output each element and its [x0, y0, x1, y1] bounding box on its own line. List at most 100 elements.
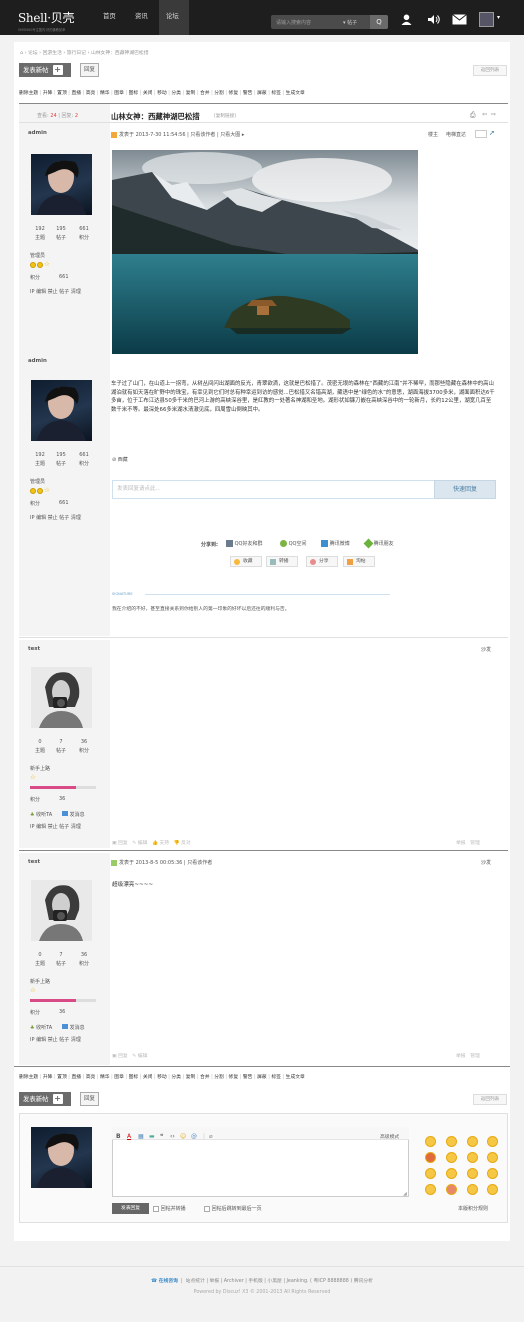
code-icon[interactable]: ‹›	[170, 1133, 175, 1140]
chevron-down-icon[interactable]: ▾	[497, 14, 500, 21]
back-to-list-button[interactable]: 返回列表	[473, 1094, 507, 1105]
emoji-wink-icon[interactable]	[446, 1152, 457, 1163]
mod-action-16[interactable]: 屏蔽	[257, 1075, 267, 1080]
edit-action[interactable]: ✎ 编辑	[132, 1054, 147, 1059]
online-consult-link[interactable]: ☎ 在线咨询	[151, 1279, 178, 1284]
user-icon[interactable]	[401, 14, 412, 28]
mod-action-7[interactable]: 图标	[129, 1075, 139, 1080]
mod-action-2[interactable]: 置顶	[57, 1075, 67, 1080]
only-author-link[interactable]: 只看该作者	[187, 860, 212, 866]
mod-action-7[interactable]: 图标	[129, 91, 139, 96]
collect-button[interactable]: 淘帖	[343, 556, 375, 567]
emoji-happy-icon[interactable]	[487, 1136, 498, 1147]
mod-action-8[interactable]: 关闭	[143, 1075, 153, 1080]
mod-action-2[interactable]: 置顶	[57, 91, 67, 96]
author-avatar[interactable]	[31, 880, 92, 941]
tag-link[interactable]: ⊘ 西藏	[112, 456, 128, 463]
author-name[interactable]: test	[28, 646, 40, 652]
mod-action-0[interactable]: 删除主题	[19, 1075, 38, 1080]
mod-action-12[interactable]: 合并	[200, 91, 210, 96]
admin-links[interactable]: IP 编辑 禁止 帖子 清理	[30, 823, 81, 830]
resize-handle-icon[interactable]: ◢	[403, 1191, 407, 1197]
attachment-icon[interactable]: ⌀	[209, 1133, 213, 1140]
emoji-smile-icon[interactable]	[425, 1136, 436, 1147]
only-author-link[interactable]: 只看该作者	[190, 132, 215, 138]
breadcrumb-item[interactable]: 山林女神：西藏神湖巴松措	[91, 51, 149, 56]
user-group[interactable]: 管理员	[30, 252, 45, 259]
mod-action-12[interactable]: 合并	[200, 1075, 210, 1080]
emoji-pig-icon[interactable]	[446, 1184, 457, 1195]
breadcrumb-item[interactable]: 论坛	[28, 51, 38, 56]
mail-icon[interactable]	[452, 14, 467, 28]
search-input[interactable]: 请输入搜索内容	[276, 19, 311, 26]
author-avatar[interactable]	[31, 380, 92, 441]
author-name[interactable]: admin	[28, 358, 47, 364]
option-jump-last[interactable]: 回帖后跳转到最后一页	[204, 1205, 262, 1212]
follow-link[interactable]: ♣ 收听TA	[30, 811, 52, 818]
author-name[interactable]: test	[28, 859, 40, 865]
back-to-list-button[interactable]: 返回列表	[473, 65, 507, 76]
current-user-avatar[interactable]	[31, 1127, 92, 1188]
mod-action-14[interactable]: 修复	[229, 1075, 239, 1080]
footer-nav[interactable]: 站点统计 | 举报 | Archiver | 手机版 | 小黑屋 | Jeank…	[186, 1279, 373, 1284]
emoji-shock-icon[interactable]	[487, 1184, 498, 1195]
mod-action-14[interactable]: 修复	[229, 91, 239, 96]
breadcrumb-item[interactable]: 旅行日记	[67, 51, 86, 56]
mod-action-6[interactable]: 图章	[114, 1075, 124, 1080]
quick-reply-input[interactable]: 发表回复请点此...	[112, 480, 436, 499]
credit-rules-link[interactable]: 本版积分规则	[458, 1205, 488, 1212]
admin-links[interactable]: IP 编辑 禁止 帖子 清理	[30, 288, 81, 295]
mod-action-4[interactable]: 高亮	[86, 91, 96, 96]
mod-action-10[interactable]: 分类	[171, 91, 181, 96]
advanced-mode-link[interactable]: 高级模式	[380, 1133, 399, 1140]
emoji-cool-icon[interactable]	[487, 1152, 498, 1163]
mod-action-5[interactable]: 精华	[100, 1075, 110, 1080]
search-button[interactable]: Q	[370, 15, 388, 29]
share-tencent-friends[interactable]: 腾讯朋友	[363, 538, 394, 549]
quick-reply-button[interactable]: 快速回复	[434, 480, 496, 499]
emoji-laugh-icon[interactable]	[467, 1136, 478, 1147]
search-type-select[interactable]: ▾ 帖子	[343, 19, 357, 26]
mod-action-0[interactable]: 删除主题	[19, 91, 38, 96]
option-forward[interactable]: 回帖并转播	[153, 1205, 186, 1212]
font-color-icon[interactable]: A	[127, 1133, 131, 1140]
mod-action-6[interactable]: 图章	[114, 91, 124, 96]
speaker-icon[interactable]	[427, 14, 440, 28]
emoji-grin-icon[interactable]	[446, 1136, 457, 1147]
favorite-button[interactable]: 收藏	[230, 556, 262, 567]
report-link[interactable]: 举报	[456, 841, 466, 846]
user-group[interactable]: 管理员	[30, 478, 45, 485]
home-icon[interactable]: ⌂	[20, 51, 23, 56]
mod-action-18[interactable]: 生成文章	[286, 1075, 305, 1080]
quote-icon[interactable]: ❝	[160, 1133, 163, 1140]
manage-link[interactable]: 管理	[470, 1054, 480, 1059]
share-tencent-weibo[interactable]: 腾讯微博	[321, 540, 350, 547]
mod-action-3[interactable]: 直播	[71, 91, 81, 96]
jump-go-icon[interactable]: ➚	[489, 129, 495, 137]
mod-action-5[interactable]: 精华	[100, 91, 110, 96]
jump-floor-input[interactable]	[475, 130, 487, 138]
message-link[interactable]: 发消息	[62, 1024, 85, 1031]
at-icon[interactable]: @	[191, 1133, 197, 1140]
share-button[interactable]: 分享	[306, 556, 338, 567]
mod-action-11[interactable]: 复制	[186, 91, 196, 96]
new-post-button[interactable]: 发表新帖 +	[19, 1092, 71, 1106]
emoji-sleep-icon[interactable]	[425, 1184, 436, 1195]
emoji-surprise-icon[interactable]	[446, 1168, 457, 1179]
share-qzone[interactable]: QQ空间	[280, 540, 306, 547]
support-action[interactable]: 👍 支持	[152, 841, 169, 846]
user-avatar[interactable]	[479, 12, 494, 27]
author-name[interactable]: admin	[28, 130, 47, 136]
mod-action-10[interactable]: 分类	[171, 1075, 181, 1080]
emoji-tongue-icon[interactable]	[467, 1152, 478, 1163]
checkbox[interactable]	[204, 1205, 210, 1212]
manage-link[interactable]: 管理	[470, 841, 480, 846]
only-big-images-link[interactable]: 只看大图	[220, 132, 240, 138]
user-group[interactable]: 新手上路	[30, 765, 50, 772]
reply-action[interactable]: ▣ 回复	[112, 841, 128, 846]
admin-links[interactable]: IP 编辑 禁止 帖子 清理	[30, 1036, 81, 1043]
mod-action-16[interactable]: 屏蔽	[257, 91, 267, 96]
oppose-action[interactable]: 👎 反对	[174, 841, 191, 846]
author-avatar[interactable]	[31, 667, 92, 728]
mod-action-15[interactable]: 警告	[243, 1075, 253, 1080]
